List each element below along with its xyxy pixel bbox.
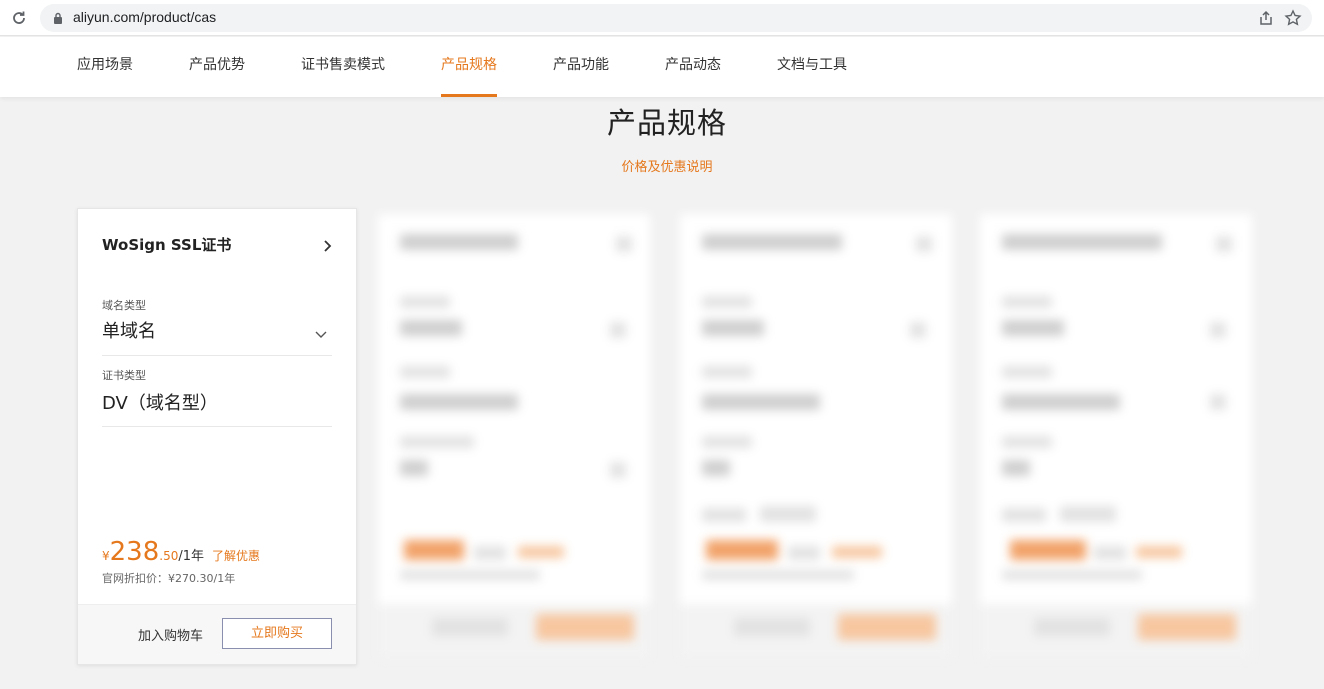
add-to-cart-button[interactable]: 加入购物车 [138,625,203,644]
lock-icon[interactable] [52,11,64,25]
product-card-wosign: WoSign SSL证书 域名类型 单域名 证书类型 DV（域名型） ¥238.… [77,208,357,665]
card-header[interactable]: WoSign SSL证书 [102,234,334,256]
product-card-blurred [680,214,952,659]
card-footer: 加入购物车 立即购买 [78,604,356,664]
product-card-blurred [980,214,1252,659]
card-title: WoSign SSL证书 [102,236,232,254]
domain-type-select[interactable]: 单域名 [102,317,156,343]
tab-application-scenarios[interactable]: 应用场景 [77,37,133,97]
chevron-down-icon[interactable] [314,325,328,338]
divider [102,426,332,427]
price-unit: /1年 [178,549,205,564]
cert-type-value[interactable]: DV（域名型） [102,389,218,415]
tab-product-advantages[interactable]: 产品优势 [189,37,245,97]
buy-now-button[interactable]: 立即购买 [222,618,332,649]
address-bar[interactable]: aliyun.com/product/cas [40,4,1312,32]
price-integer: 238 [109,537,160,567]
tab-sales-model[interactable]: 证书售卖模式 [301,37,385,97]
price-discount-link[interactable]: 价格及优惠说明 [0,156,1324,175]
reload-icon[interactable] [8,7,30,29]
tab-product-news[interactable]: 产品动态 [665,37,721,97]
tab-docs-tools[interactable]: 文档与工具 [777,37,847,97]
url-text[interactable]: aliyun.com/product/cas [73,9,216,25]
chevron-right-icon[interactable] [322,238,332,252]
domain-type-label: 域名类型 [102,299,146,312]
share-icon[interactable] [1258,10,1274,26]
tab-product-specs[interactable]: 产品规格 [441,37,497,97]
product-nav: 应用场景 产品优势 证书售卖模式 产品规格 产品功能 产品动态 文档与工具 [0,37,1324,97]
bookmark-star-icon[interactable] [1284,9,1302,27]
price-decimal: .50 [159,549,179,563]
section-title: 产品规格 [606,106,727,140]
currency-symbol: ¥ [102,549,110,563]
cert-type-label: 证书类型 [102,369,146,382]
price: ¥238.50/1年 了解优惠 [102,537,260,567]
browser-toolbar: aliyun.com/product/cas [0,0,1324,36]
tab-product-features[interactable]: 产品功能 [553,37,609,97]
learn-discount-link[interactable]: 了解优惠 [212,549,260,563]
official-price: 官网折扣价：¥270.30/1年 [102,572,236,585]
product-card-blurred [378,214,650,659]
divider [102,355,332,356]
